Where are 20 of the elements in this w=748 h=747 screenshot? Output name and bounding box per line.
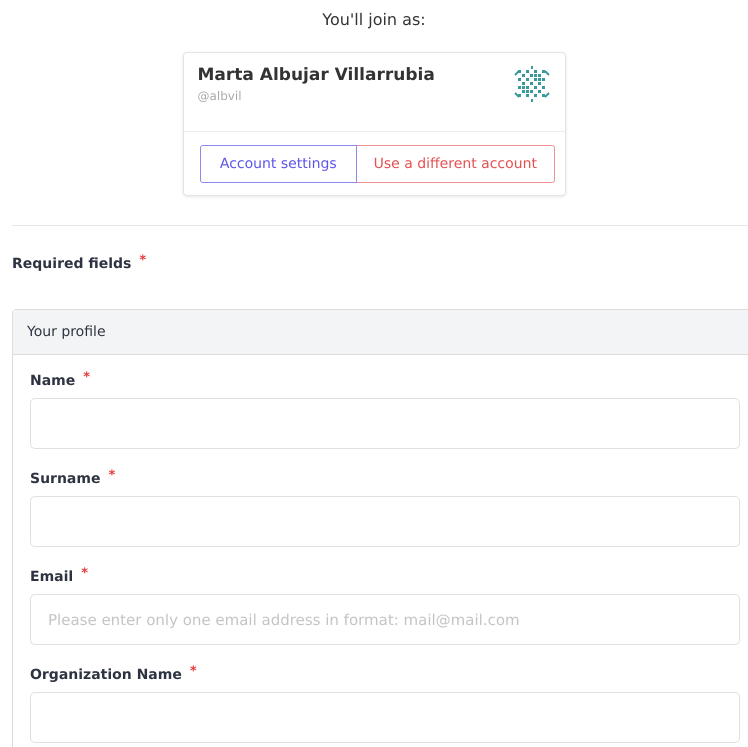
field-label: Organization Name — [30, 667, 182, 683]
field-label: Surname — [30, 471, 100, 487]
panel-title: Your profile — [27, 324, 106, 340]
input-field[interactable] — [30, 692, 740, 743]
switch-account-button[interactable]: Use a different account — [357, 145, 554, 183]
account-settings-button[interactable]: Account settings — [200, 145, 358, 183]
input-field[interactable] — [30, 398, 740, 449]
field-label: Email — [30, 569, 74, 585]
required-marker: * — [81, 566, 88, 582]
account-handle: @albvil — [198, 89, 243, 103]
required-marker: * — [83, 370, 90, 386]
input-field[interactable]: Please enter only one email address in format: mail@mail.com — [30, 594, 740, 645]
account-name: Marta Albujar Villarrubia — [198, 65, 435, 85]
join-heading: You'll join as: — [321, 9, 427, 31]
input-field[interactable] — [30, 496, 740, 547]
required-marker: * — [190, 664, 197, 680]
required-marker: * — [139, 253, 146, 265]
field-label: Name — [30, 373, 76, 389]
avatar-icon — [512, 65, 550, 103]
required-marker: * — [108, 468, 116, 484]
